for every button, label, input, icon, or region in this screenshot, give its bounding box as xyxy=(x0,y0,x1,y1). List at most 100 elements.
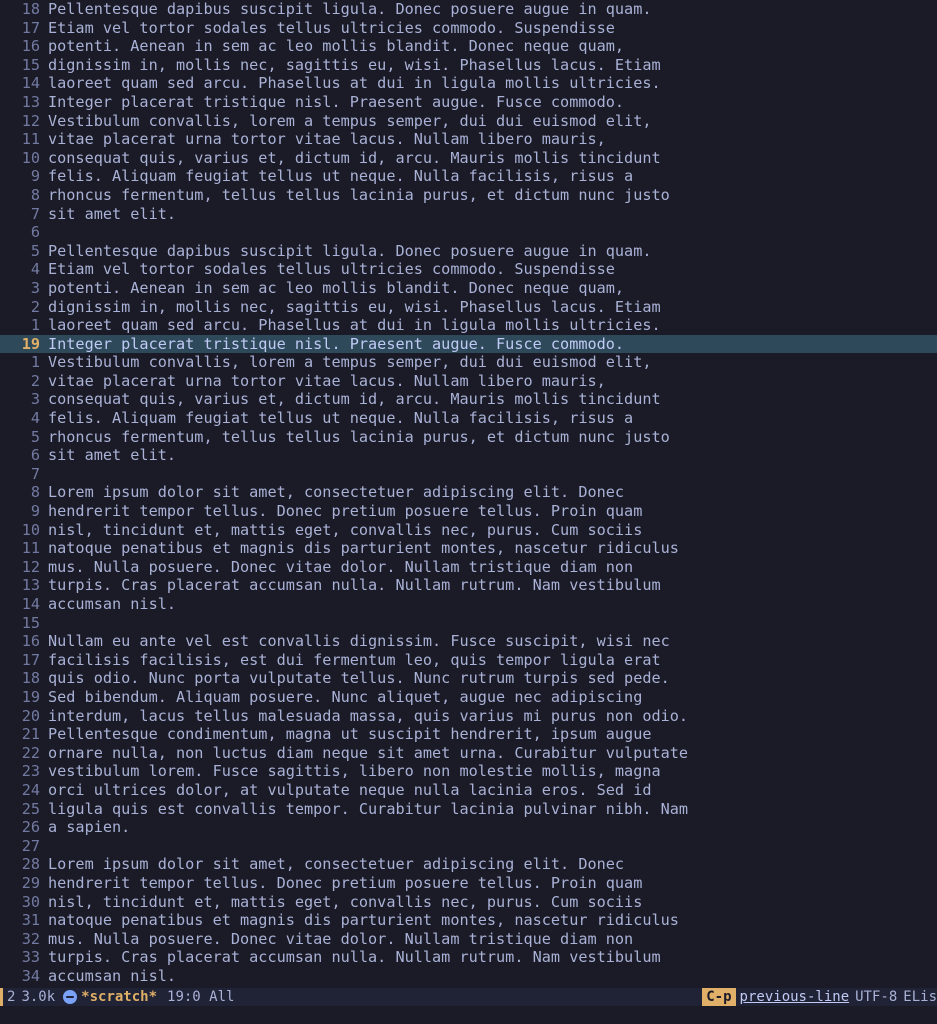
text-line[interactable]: 13Integer placerat tristique nisl. Praes… xyxy=(0,93,937,112)
line-text[interactable]: Etiam vel tortor sodales tellus ultricie… xyxy=(44,260,615,279)
line-text[interactable]: dignissim in, mollis nec, sagittis eu, w… xyxy=(44,56,661,75)
text-line[interactable]: 18Pellentesque dapibus suscipit ligula. … xyxy=(0,0,937,19)
text-line[interactable]: 10consequat quis, varius et, dictum id, … xyxy=(0,149,937,168)
text-line[interactable]: 14accumsan nisl. xyxy=(0,595,937,614)
line-text[interactable]: Pellentesque dapibus suscipit ligula. Do… xyxy=(44,242,651,261)
line-text[interactable]: Integer placerat tristique nisl. Praesen… xyxy=(44,93,624,112)
text-line[interactable]: 3consequat quis, varius et, dictum id, a… xyxy=(0,390,937,409)
text-line[interactable]: 20interdum, lacus tellus malesuada massa… xyxy=(0,707,937,726)
text-line[interactable]: 16potenti. Aenean in sem ac leo mollis b… xyxy=(0,37,937,56)
text-line[interactable]: 33turpis. Cras placerat accumsan nulla. … xyxy=(0,948,937,967)
line-text[interactable]: hendrerit tempor tellus. Donec pretium p… xyxy=(44,502,642,521)
text-line[interactable]: 15 xyxy=(0,614,937,633)
text-line[interactable]: 5rhoncus fermentum, tellus tellus lacini… xyxy=(0,428,937,447)
text-line[interactable]: 12mus. Nulla posuere. Donec vitae dolor.… xyxy=(0,558,937,577)
text-line[interactable]: 18quis odio. Nunc porta vulputate tellus… xyxy=(0,669,937,688)
text-line[interactable]: 11vitae placerat urna tortor vitae lacus… xyxy=(0,130,937,149)
buffer-lines[interactable]: 18Pellentesque dapibus suscipit ligula. … xyxy=(0,0,937,988)
line-text[interactable] xyxy=(44,223,48,242)
line-text[interactable]: sit amet elit. xyxy=(44,205,176,224)
text-line[interactable]: 1Vestibulum convallis, lorem a tempus se… xyxy=(0,353,937,372)
line-text[interactable] xyxy=(44,614,48,633)
line-text[interactable]: Nullam eu ante vel est convallis digniss… xyxy=(44,632,670,651)
line-text[interactable]: a sapien. xyxy=(44,818,130,837)
text-line[interactable]: 1laoreet quam sed arcu. Phasellus at dui… xyxy=(0,316,937,335)
line-text[interactable]: mus. Nulla posuere. Donec vitae dolor. N… xyxy=(44,558,633,577)
text-line[interactable]: 23vestibulum lorem. Fusce sagittis, libe… xyxy=(0,762,937,781)
line-text[interactable]: ligula quis est convallis tempor. Curabi… xyxy=(44,800,688,819)
text-line[interactable]: 2dignissim in, mollis nec, sagittis eu, … xyxy=(0,298,937,317)
line-text[interactable]: orci ultrices dolor, at vulputate neque … xyxy=(44,781,651,800)
text-editor[interactable]: 18Pellentesque dapibus suscipit ligula. … xyxy=(0,0,937,1006)
text-line[interactable]: 15dignissim in, mollis nec, sagittis eu,… xyxy=(0,56,937,75)
line-text[interactable]: sit amet elit. xyxy=(44,446,176,465)
text-line[interactable]: 29hendrerit tempor tellus. Donec pretium… xyxy=(0,874,937,893)
line-text[interactable]: dignissim in, mollis nec, sagittis eu, w… xyxy=(44,298,661,317)
text-line[interactable]: 8rhoncus fermentum, tellus tellus lacini… xyxy=(0,186,937,205)
text-line[interactable]: 6sit amet elit. xyxy=(0,446,937,465)
line-text[interactable]: rhoncus fermentum, tellus tellus lacinia… xyxy=(44,186,670,205)
text-line[interactable]: 21Pellentesque condimentum, magna ut sus… xyxy=(0,725,937,744)
line-text[interactable]: rhoncus fermentum, tellus tellus lacinia… xyxy=(44,428,670,447)
text-line[interactable]: 27 xyxy=(0,837,937,856)
text-line[interactable]: 5Pellentesque dapibus suscipit ligula. D… xyxy=(0,242,937,261)
line-text[interactable]: Vestibulum convallis, lorem a tempus sem… xyxy=(44,353,651,372)
text-line[interactable]: 26a sapien. xyxy=(0,818,937,837)
text-line[interactable]: 8Lorem ipsum dolor sit amet, consectetue… xyxy=(0,483,937,502)
line-text[interactable]: laoreet quam sed arcu. Phasellus at dui … xyxy=(44,316,661,335)
text-line[interactable]: 3potenti. Aenean in sem ac leo mollis bl… xyxy=(0,279,937,298)
line-text[interactable]: accumsan nisl. xyxy=(44,595,176,614)
line-text[interactable]: mus. Nulla posuere. Donec vitae dolor. N… xyxy=(44,930,633,949)
line-text[interactable]: Etiam vel tortor sodales tellus ultricie… xyxy=(44,19,615,38)
line-text[interactable] xyxy=(44,465,48,484)
text-line[interactable]: 4felis. Aliquam feugiat tellus ut neque.… xyxy=(0,409,937,428)
line-text[interactable]: consequat quis, varius et, dictum id, ar… xyxy=(44,390,661,409)
text-line[interactable]: 22ornare nulla, non luctus diam neque si… xyxy=(0,744,937,763)
line-text[interactable]: accumsan nisl. xyxy=(44,967,176,986)
line-text[interactable]: felis. Aliquam feugiat tellus ut neque. … xyxy=(44,167,633,186)
text-line[interactable]: 10nisl, tincidunt et, mattis eget, conva… xyxy=(0,521,937,540)
text-line[interactable]: 11natoque penatibus et magnis dis partur… xyxy=(0,539,937,558)
text-line[interactable]: 2vitae placerat urna tortor vitae lacus.… xyxy=(0,372,937,391)
line-text[interactable]: quis odio. Nunc porta vulputate tellus. … xyxy=(44,669,670,688)
line-text[interactable]: potenti. Aenean in sem ac leo mollis bla… xyxy=(44,37,624,56)
line-text[interactable]: Sed bibendum. Aliquam posuere. Nunc aliq… xyxy=(44,688,642,707)
buffer-name[interactable]: *scratch* xyxy=(81,988,157,1007)
line-text[interactable]: natoque penatibus et magnis dis parturie… xyxy=(44,539,679,558)
line-text[interactable]: Pellentesque condimentum, magna ut susci… xyxy=(44,725,651,744)
line-text[interactable]: hendrerit tempor tellus. Donec pretium p… xyxy=(44,874,642,893)
text-line[interactable]: 7sit amet elit. xyxy=(0,205,937,224)
line-text[interactable]: nisl, tincidunt et, mattis eget, convall… xyxy=(44,893,642,912)
text-line[interactable]: 12Vestibulum convallis, lorem a tempus s… xyxy=(0,112,937,131)
text-line[interactable]: 30nisl, tincidunt et, mattis eget, conva… xyxy=(0,893,937,912)
text-line[interactable]: 4Etiam vel tortor sodales tellus ultrici… xyxy=(0,260,937,279)
line-text[interactable]: vestibulum lorem. Fusce sagittis, libero… xyxy=(44,762,661,781)
line-text[interactable]: potenti. Aenean in sem ac leo mollis bla… xyxy=(44,279,624,298)
line-text[interactable]: felis. Aliquam feugiat tellus ut neque. … xyxy=(44,409,633,428)
text-line[interactable]: 17facilisis facilisis, est dui fermentum… xyxy=(0,651,937,670)
line-text[interactable]: laoreet quam sed arcu. Phasellus at dui … xyxy=(44,74,661,93)
text-line[interactable]: 14laoreet quam sed arcu. Phasellus at du… xyxy=(0,74,937,93)
line-text[interactable]: consequat quis, varius et, dictum id, ar… xyxy=(44,149,661,168)
text-line[interactable]: 19Sed bibendum. Aliquam posuere. Nunc al… xyxy=(0,688,937,707)
text-line[interactable]: 32mus. Nulla posuere. Donec vitae dolor.… xyxy=(0,930,937,949)
text-line[interactable]: 13turpis. Cras placerat accumsan nulla. … xyxy=(0,576,937,595)
text-line[interactable]: 7 xyxy=(0,465,937,484)
line-text[interactable] xyxy=(44,837,48,856)
line-text[interactable]: nisl, tincidunt et, mattis eget, convall… xyxy=(44,521,642,540)
text-line[interactable]: 17Etiam vel tortor sodales tellus ultric… xyxy=(0,19,937,38)
line-text[interactable]: Integer placerat tristique nisl. Praesen… xyxy=(44,335,624,354)
line-text[interactable]: Lorem ipsum dolor sit amet, consectetuer… xyxy=(44,483,624,502)
line-text[interactable]: ornare nulla, non luctus diam neque sit … xyxy=(44,744,688,763)
line-text[interactable]: Vestibulum convallis, lorem a tempus sem… xyxy=(44,112,651,131)
line-text[interactable]: natoque penatibus et magnis dis parturie… xyxy=(44,911,679,930)
line-text[interactable]: vitae placerat urna tortor vitae lacus. … xyxy=(44,130,606,149)
text-line[interactable]: 16Nullam eu ante vel est convallis digni… xyxy=(0,632,937,651)
line-text[interactable]: turpis. Cras placerat accumsan nulla. Nu… xyxy=(44,948,661,967)
line-text[interactable]: Pellentesque dapibus suscipit ligula. Do… xyxy=(44,0,651,19)
line-text[interactable]: Lorem ipsum dolor sit amet, consectetuer… xyxy=(44,855,624,874)
line-text[interactable]: turpis. Cras placerat accumsan nulla. Nu… xyxy=(44,576,661,595)
text-line[interactable]: 9hendrerit tempor tellus. Donec pretium … xyxy=(0,502,937,521)
line-text[interactable]: vitae placerat urna tortor vitae lacus. … xyxy=(44,372,606,391)
text-line[interactable]: 19Integer placerat tristique nisl. Praes… xyxy=(0,335,937,354)
